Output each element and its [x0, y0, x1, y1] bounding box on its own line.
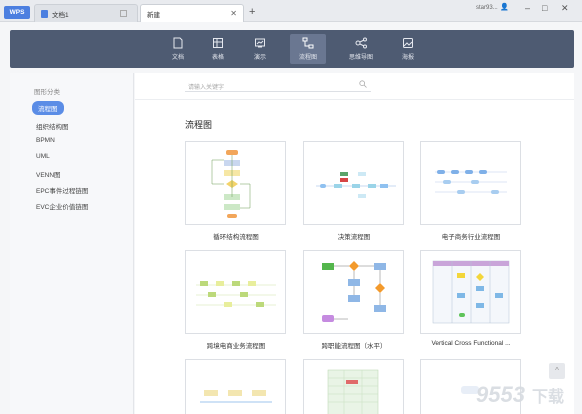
template-card-crossfunction-horizontal[interactable] — [303, 250, 404, 334]
presentation-icon — [255, 38, 265, 48]
crossfunction-horizontal-thumbnail — [322, 261, 386, 322]
category-mindmap[interactable]: 思维导图 — [340, 34, 382, 64]
svg-text:下载: 下载 — [532, 387, 564, 406]
user-icon[interactable]: 👤 — [500, 3, 509, 11]
watermark-logo: 9553 下载 — [476, 382, 564, 407]
template-card-crossborder-flowchart[interactable] — [185, 250, 286, 334]
close-window-button[interactable]: ✕ — [561, 3, 569, 14]
sidebar-item-venn[interactable]: VENN图 — [36, 169, 61, 179]
template-card-row3-1[interactable] — [185, 359, 286, 414]
document-icon — [41, 9, 48, 18]
category-document[interactable]: 文档 — [160, 34, 196, 64]
vertical-cross-functional-thumbnail — [432, 260, 510, 324]
title-bar: WPS 文档1 新建 ✕ + star93... 👤 – □ ✕ — [0, 0, 582, 22]
divider — [135, 99, 574, 100]
loop-flowchart-thumbnail — [211, 150, 251, 218]
category-label: 流程图 — [298, 55, 317, 61]
template-label[interactable]: 电子商务行业流程图 — [413, 231, 529, 241]
add-tab-button[interactable]: + — [249, 6, 255, 18]
search-input[interactable]: 请输入关键字 — [188, 82, 224, 91]
close-tab-icon[interactable]: ✕ — [230, 9, 237, 18]
new-tab[interactable]: 新建 ✕ — [140, 4, 244, 22]
sidebar-item-evc[interactable]: EVC企业价值链图 — [36, 201, 88, 211]
decision-flowchart-thumbnail — [316, 172, 396, 198]
wps-home-tab[interactable]: WPS — [4, 6, 30, 19]
template-card-vertical-cross-functional[interactable] — [420, 250, 521, 334]
category-bar: 文档 表格 演示 流程图 思维导图 海报 — [10, 30, 574, 68]
sidebar-item-org-chart[interactable]: 组织结构图 — [36, 121, 69, 131]
svg-text:9553: 9553 — [476, 382, 525, 407]
sidebar-item-flowchart[interactable]: 流程图 — [32, 101, 64, 115]
category-flowchart[interactable]: 流程图 — [290, 34, 326, 64]
sidebar-title: 图形分类 — [34, 89, 60, 96]
sidebar-item-bpmn[interactable]: BPMN — [36, 137, 55, 144]
table-icon — [213, 38, 223, 48]
crossborder-flowchart-thumbnail — [196, 281, 276, 307]
template-label[interactable]: 跨境电商业务流程图 — [178, 340, 294, 350]
ecommerce-flowchart-thumbnail — [435, 170, 507, 194]
minimize-button[interactable]: – — [525, 3, 530, 13]
category-poster[interactable]: 海报 — [390, 34, 426, 64]
template-thumbnail — [200, 390, 272, 403]
user-name[interactable]: star93... — [476, 5, 498, 11]
template-label[interactable]: 跨职能流程图（水平） — [296, 340, 412, 350]
tab-window-icon[interactable] — [120, 10, 127, 17]
template-label[interactable]: 循环结构流程图 — [178, 231, 294, 241]
new-tab-label: 新建 — [147, 11, 160, 19]
section-title: 流程图 — [185, 120, 213, 130]
category-table[interactable]: 表格 — [200, 34, 236, 64]
category-sidebar: 图形分类 流程图 组织结构图 BPMN UML VENN图 EPC事件过程链图 … — [10, 73, 134, 414]
template-card-loop-flowchart[interactable] — [185, 141, 286, 225]
template-card-row3-2[interactable] — [303, 359, 404, 414]
restore-button[interactable]: □ — [542, 3, 547, 13]
template-card-ecommerce-flowchart[interactable] — [420, 141, 521, 225]
template-label[interactable]: Vertical Cross Functional ... — [413, 340, 529, 347]
template-label[interactable]: 决策流程图 — [296, 231, 412, 241]
category-label: 表格 — [211, 55, 224, 61]
category-label: 演示 — [253, 55, 266, 61]
category-presentation[interactable]: 演示 — [242, 34, 278, 64]
search-box[interactable]: 请输入关键字 — [185, 78, 371, 92]
flowchart-icon — [302, 37, 314, 49]
sidebar-item-epc[interactable]: EPC事件过程链图 — [36, 185, 88, 195]
mindmap-icon — [355, 37, 367, 49]
search-icon[interactable] — [359, 80, 367, 88]
document-tab[interactable]: 文档1 — [34, 4, 138, 22]
document-tab-label: 文档1 — [52, 11, 69, 19]
category-label: 文档 — [171, 55, 184, 61]
category-label: 海报 — [401, 55, 414, 61]
sidebar-item-uml[interactable]: UML — [36, 153, 50, 160]
template-thumbnail — [327, 369, 379, 414]
wps-tab-label: WPS — [9, 9, 25, 16]
scroll-top-button[interactable]: ^ — [549, 363, 565, 379]
document-icon — [173, 37, 183, 49]
template-gallery: 请输入关键字 流程图 循环结构流程图 决策流程图 电子商务行业流程图 跨境电商业… — [135, 73, 574, 414]
template-card-decision-flowchart[interactable] — [303, 141, 404, 225]
poster-icon — [403, 38, 413, 48]
category-label: 思维导图 — [348, 55, 373, 61]
